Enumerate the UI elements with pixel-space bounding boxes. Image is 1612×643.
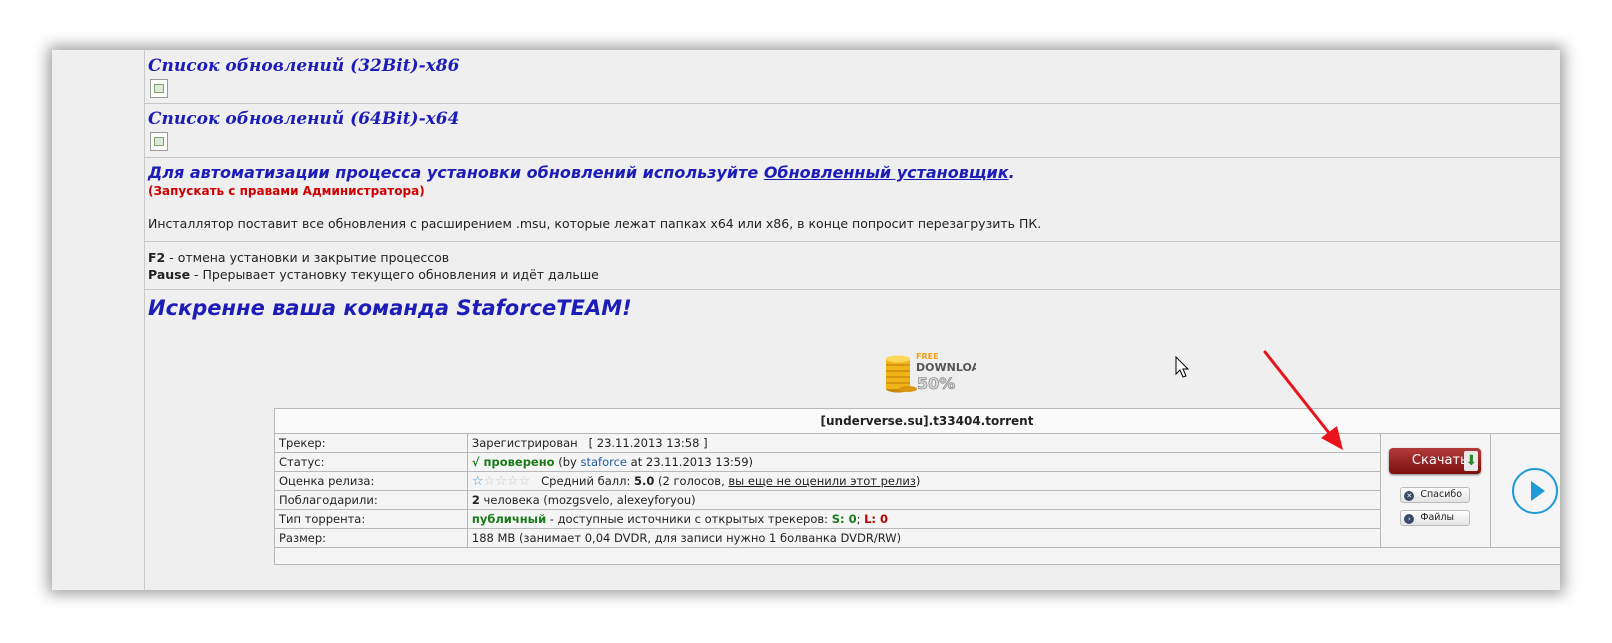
broken-image-icon xyxy=(150,79,168,98)
hotkey-f2: F2 - отмена установки и закрытие процесс… xyxy=(148,242,1560,265)
automation-text: Для автоматизации процесса установки обн… xyxy=(148,163,764,182)
hotkeys-section: F2 - отмена установки и закрытие процесс… xyxy=(145,242,1560,290)
rating-label: Оценка релиза: xyxy=(274,471,468,491)
size-value: 188 MB (занимает 0,04 DVDR, для записи н… xyxy=(466,528,1382,548)
status-checked: √ проверено xyxy=(471,455,555,469)
table-row: Трекер: Зарегистрирован [ 23.11.2013 13:… xyxy=(274,433,1560,548)
broken-image-icon xyxy=(150,132,168,151)
type-description: - доступные источники с открытых трекеро… xyxy=(546,512,832,526)
rate-release-link[interactable]: вы еще не оценили этот релиз xyxy=(728,474,916,488)
automation-line: Для автоматизации процесса установки обн… xyxy=(148,158,1560,182)
torrent-filename: [underverse.su].t33404.torrent xyxy=(274,408,1560,434)
automation-period: . xyxy=(1008,163,1015,182)
thanks-label: Поблагодарили: xyxy=(274,490,468,510)
download-arrow-icon: ⬇ xyxy=(1464,451,1479,471)
red-annotation-arrow xyxy=(1263,350,1343,450)
thanks-icon: ✕ xyxy=(1404,491,1415,501)
files-icon: › xyxy=(1404,514,1415,524)
post-body: Список обновлений (32Bit)-x86 Список обн… xyxy=(145,50,1560,590)
table-row: Тип торрента: публичный - доступные исто… xyxy=(274,509,1561,529)
forum-post-window: Список обновлений (32Bit)-x86 Список обн… xyxy=(52,50,1560,590)
star-icon[interactable]: ☆ xyxy=(507,474,519,489)
percent-label: 50% xyxy=(917,374,955,393)
download-button[interactable]: Скачать ⬇ xyxy=(1389,448,1482,474)
rating-close: ) xyxy=(915,473,921,488)
table-row: Статус: √ проверено (by staforce at 23.1… xyxy=(274,452,1561,472)
play-cell xyxy=(1489,433,1560,548)
tracker-value: Зарегистрирован [ 23.11.2013 13:58 ] xyxy=(466,433,1382,453)
seeders-count: S: 0 xyxy=(831,512,857,526)
f2-description: - отмена установки и закрытие процессов xyxy=(165,250,450,265)
updates-64-link[interactable]: Список обновлений (64Bit)-x64 xyxy=(148,109,459,129)
leechers-count: L: 0 xyxy=(864,512,889,526)
f2-key: F2 xyxy=(148,250,166,265)
star-icon[interactable]: ☆ xyxy=(495,474,507,489)
rating-stars[interactable]: ☆☆☆☆☆ xyxy=(472,474,531,489)
pause-description: - Прерывает установку текущего обновлени… xyxy=(190,267,599,282)
table-footer xyxy=(274,547,1560,565)
status-label: Статус: xyxy=(274,452,468,472)
type-separator: ; xyxy=(856,512,865,526)
gold-coins-icon xyxy=(886,355,917,393)
installer-description: Инсталлятор поставит все обновления с ра… xyxy=(148,216,1042,231)
status-value: √ проверено (by staforce at 23.11.2013 1… xyxy=(466,452,1382,472)
play-icon[interactable] xyxy=(1511,467,1558,514)
star-icon[interactable]: ☆ xyxy=(484,474,496,489)
torrent-info-table: [underverse.su].t33404.torrent Трекер: З… xyxy=(274,408,1560,565)
rating-votes: (2 голосов, xyxy=(654,473,729,488)
signature-heading: Искренне ваша команда StaforceTEAM! xyxy=(148,296,632,320)
table-row: Поблагодарили: 2 человека (mozgsvelo, al… xyxy=(274,490,1561,510)
status-date: at 23.11.2013 13:59) xyxy=(627,455,754,469)
thanks-names: человека (mozgsvelo, alexeyforyou) xyxy=(479,493,696,507)
table-footer-row xyxy=(274,547,1560,565)
rating-average-label: Средний балл: xyxy=(541,473,634,488)
torrent-header-row: [underverse.su].t33404.torrent xyxy=(274,408,1560,434)
updates-64-section: Список обновлений (64Bit)-x64 xyxy=(145,104,1560,158)
star-icon[interactable]: ☆ xyxy=(472,474,484,489)
thanks-button[interactable]: ✕ Спасибо xyxy=(1400,487,1471,503)
size-label: Размер: xyxy=(274,528,468,548)
status-user-link[interactable]: staforce xyxy=(581,455,628,469)
star-icon[interactable]: ☆ xyxy=(519,474,531,489)
rating-average: 5.0 xyxy=(633,473,655,488)
thanks-value: 2 человека (mozgsvelo, alexeyforyou) xyxy=(466,490,1382,510)
files-button[interactable]: › Файлы xyxy=(1400,510,1471,526)
status-by: (by xyxy=(554,455,581,469)
hotkey-pause: Pause - Прерывает установку текущего обн… xyxy=(148,267,1560,282)
free-download-badge: FREE DOWNLOAD 50% xyxy=(886,352,976,393)
updates-32-section: Список обновлений (32Bit)-x86 xyxy=(145,50,1560,104)
installer-section: Для автоматизации процесса установки обн… xyxy=(145,158,1560,242)
download-button-label: Скачать xyxy=(1411,453,1468,468)
type-value: публичный - доступные источники с открыт… xyxy=(466,509,1382,529)
type-public: публичный xyxy=(471,512,547,526)
admin-note: (Запускать с правами Администратора) xyxy=(148,184,425,198)
download-actions-cell: Скачать ⬇ ✕ Спасибо › Файлы xyxy=(1380,433,1491,548)
tracker-label: Трекер: xyxy=(274,433,468,453)
pause-key: Pause xyxy=(148,267,191,282)
type-label: Тип торрента: xyxy=(274,509,468,529)
table-row: Размер: 188 MB (занимает 0,04 DVDR, для … xyxy=(274,528,1561,548)
thanks-button-label: Спасибо xyxy=(1420,489,1463,500)
thanks-count: 2 xyxy=(471,493,480,507)
updates-32-link[interactable]: Список обновлений (32Bit)-x86 xyxy=(148,56,459,76)
rating-value: ☆☆☆☆☆ Средний балл: 5.0 (2 голосов, вы е… xyxy=(466,471,1382,491)
table-row: Оценка релиза: ☆☆☆☆☆ Средний балл: 5.0 (… xyxy=(274,471,1561,491)
post-author-column xyxy=(52,50,145,590)
updated-installer-link[interactable]: Обновленный установщик xyxy=(764,163,1009,182)
files-button-label: Файлы xyxy=(1420,512,1455,523)
free-label: FREE xyxy=(916,352,939,361)
mouse-cursor-icon xyxy=(1175,356,1190,378)
download-label: DOWNLOAD xyxy=(916,361,976,374)
